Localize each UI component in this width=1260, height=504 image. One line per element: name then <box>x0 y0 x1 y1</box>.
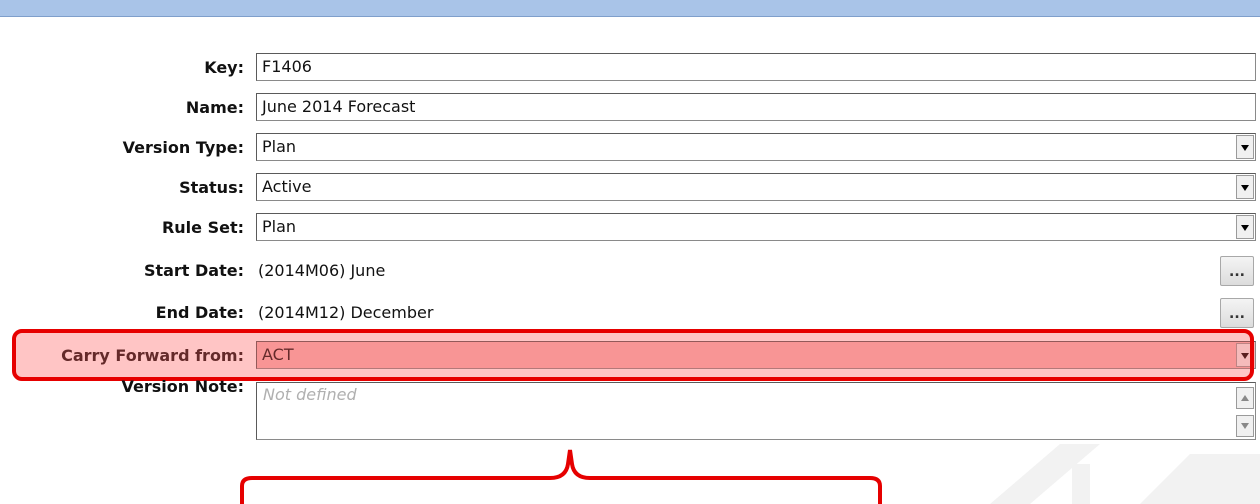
end-date-picker-button[interactable]: ... <box>1220 298 1254 328</box>
key-row: Key: F1406 <box>0 53 1260 83</box>
chevron-down-icon[interactable] <box>1236 175 1254 199</box>
start-date-row: Start Date: (2014M06) June ... <box>0 256 1260 286</box>
rule-set-label: Rule Set: <box>161 218 244 237</box>
key-input[interactable]: F1406 <box>256 53 1256 81</box>
status-label: Status: <box>179 178 244 197</box>
name-input[interactable]: June 2014 Forecast <box>256 93 1256 121</box>
carry-forward-value: ACT <box>262 345 294 364</box>
status-row: Status: Active <box>0 173 1260 203</box>
key-value: F1406 <box>262 57 312 76</box>
version-type-select[interactable]: Plan <box>256 133 1256 161</box>
name-value: June 2014 Forecast <box>262 97 416 116</box>
name-label: Name: <box>185 98 244 117</box>
rule-set-select[interactable]: Plan <box>256 213 1256 241</box>
version-type-label: Version Type: <box>122 138 244 157</box>
end-date-row: End Date: (2014M12) December ... <box>0 298 1260 328</box>
carry-forward-label: Carry Forward from: <box>61 346 244 365</box>
end-date-label: End Date: <box>155 303 244 322</box>
window-top-bar <box>0 0 1260 17</box>
carry-forward-row: Carry Forward from: ACT <box>0 341 1260 371</box>
watermark-graphic <box>990 444 1260 504</box>
name-row: Name: June 2014 Forecast <box>0 93 1260 123</box>
chevron-down-icon[interactable] <box>1236 135 1254 159</box>
key-label: Key: <box>204 58 244 77</box>
chevron-down-icon[interactable] <box>1236 215 1254 239</box>
version-type-value: Plan <box>262 137 297 156</box>
status-select[interactable]: Active <box>256 173 1256 201</box>
start-date-label: Start Date: <box>143 261 244 280</box>
rule-set-row: Rule Set: Plan <box>0 213 1260 243</box>
bracket-annotation <box>240 449 882 504</box>
status-value: Active <box>262 177 312 196</box>
end-date-value: (2014M12) December <box>258 303 434 322</box>
carry-forward-select[interactable]: ACT <box>256 341 1256 369</box>
version-note-label: Version Note: <box>121 377 245 396</box>
rule-set-value: Plan <box>262 217 297 236</box>
version-note-placeholder: Not defined <box>263 385 357 404</box>
chevron-down-icon[interactable] <box>1236 343 1254 367</box>
start-date-picker-button[interactable]: ... <box>1220 256 1254 286</box>
version-note-textarea[interactable]: Not defined <box>256 382 1256 440</box>
start-date-value: (2014M06) June <box>258 261 386 280</box>
scroll-up-icon[interactable] <box>1236 387 1254 409</box>
version-type-row: Version Type: Plan <box>0 133 1260 163</box>
